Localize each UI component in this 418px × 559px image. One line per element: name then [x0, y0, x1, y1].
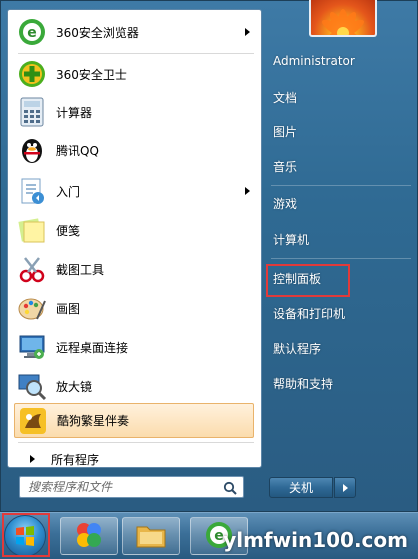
separator: [271, 258, 411, 259]
program-label: 截图工具: [56, 262, 105, 277]
user-picture-avatar[interactable]: [309, 0, 377, 37]
kugou-icon: [17, 405, 49, 437]
user-name-link[interactable]: Administrator: [273, 47, 355, 75]
program-label: 360安全卫士: [56, 67, 127, 82]
explorer-folder-icon: [135, 521, 167, 552]
submenu-arrow-icon[interactable]: [245, 187, 250, 195]
program-sticky-notes[interactable]: 便笺: [14, 212, 254, 248]
program-calculator[interactable]: 计算器: [14, 94, 254, 130]
default-programs-link[interactable]: 默认程序: [273, 334, 321, 362]
shutdown-options-button[interactable]: [334, 477, 356, 498]
shutdown-button[interactable]: 关机: [269, 477, 333, 498]
program-magnifier[interactable]: 放大镜: [14, 368, 254, 404]
separator: [18, 442, 254, 443]
program-label: 计算器: [56, 105, 93, 120]
magnifier-icon: [16, 370, 48, 402]
right-pane: Administrator 文档 图片 音乐 游戏 计算机 控制面板 设备和打印…: [261, 0, 418, 466]
program-label: 便笺: [56, 223, 81, 238]
program-qq[interactable]: 腾讯QQ: [14, 132, 254, 168]
start-button-highlight-box: [2, 513, 50, 557]
program-360-browser[interactable]: e 360安全浏览器: [14, 14, 254, 50]
program-label: 放大镜: [56, 379, 93, 394]
snipping-tool-icon: [16, 253, 48, 285]
computer-link[interactable]: 计算机: [273, 225, 309, 253]
programs-pane: e 360安全浏览器 360安全卫士 计算器 腾讯QQ 入门 便笺 截图工具 画…: [7, 9, 262, 468]
submenu-arrow-icon[interactable]: [245, 28, 250, 36]
program-snipping-tool[interactable]: 截图工具: [14, 251, 254, 287]
program-paint[interactable]: 画图: [14, 290, 254, 326]
all-programs-label: 所有程序: [51, 452, 100, 467]
pinwheel-icon: [74, 520, 104, 553]
program-label: 入门: [56, 184, 81, 199]
all-programs-arrow-icon: [30, 455, 35, 463]
devices-printers-link[interactable]: 设备和打印机: [273, 299, 345, 327]
paint-icon: [16, 292, 48, 324]
all-programs-button[interactable]: 所有程序: [14, 447, 258, 471]
program-label: 360安全浏览器: [56, 25, 139, 40]
program-label: 腾讯QQ: [56, 143, 99, 158]
help-support-link[interactable]: 帮助和支持: [273, 369, 333, 397]
program-kugou[interactable]: 酷狗繁星伴奏: [14, 403, 254, 438]
start-menu: e 360安全浏览器 360安全卫士 计算器 腾讯QQ 入门 便笺 截图工具 画…: [0, 0, 418, 512]
360-security-icon: [16, 58, 48, 90]
qq-penguin-icon: [16, 134, 48, 166]
games-link[interactable]: 游戏: [273, 189, 297, 217]
calculator-icon: [16, 96, 48, 128]
taskbar-pinwheel-app[interactable]: [60, 517, 118, 555]
search-icon[interactable]: [223, 481, 237, 498]
site-watermark: ylmfwin100.com: [223, 528, 408, 552]
search-box[interactable]: [19, 476, 244, 498]
remote-desktop-icon: [16, 331, 48, 363]
getting-started-icon: [16, 175, 48, 207]
separator: [18, 53, 254, 54]
documents-link[interactable]: 文档: [273, 83, 297, 111]
program-label: 酷狗繁星伴奏: [57, 414, 130, 428]
svg-text:e: e: [27, 25, 37, 41]
separator: [271, 185, 411, 186]
control-panel-highlight-box: [266, 264, 350, 297]
program-remote-desktop[interactable]: 远程桌面连接: [14, 329, 254, 365]
search-input[interactable]: [28, 480, 218, 494]
360-browser-icon: e: [16, 16, 48, 48]
sticky-notes-icon: [16, 214, 48, 246]
chevron-right-icon: [342, 483, 348, 492]
pictures-link[interactable]: 图片: [273, 117, 297, 145]
music-link[interactable]: 音乐: [273, 152, 297, 180]
taskbar-explorer[interactable]: [122, 517, 180, 555]
program-360-security[interactable]: 360安全卫士: [14, 56, 254, 92]
program-label: 远程桌面连接: [56, 340, 129, 355]
program-getting-started[interactable]: 入门: [14, 173, 254, 209]
program-label: 画图: [56, 301, 81, 316]
